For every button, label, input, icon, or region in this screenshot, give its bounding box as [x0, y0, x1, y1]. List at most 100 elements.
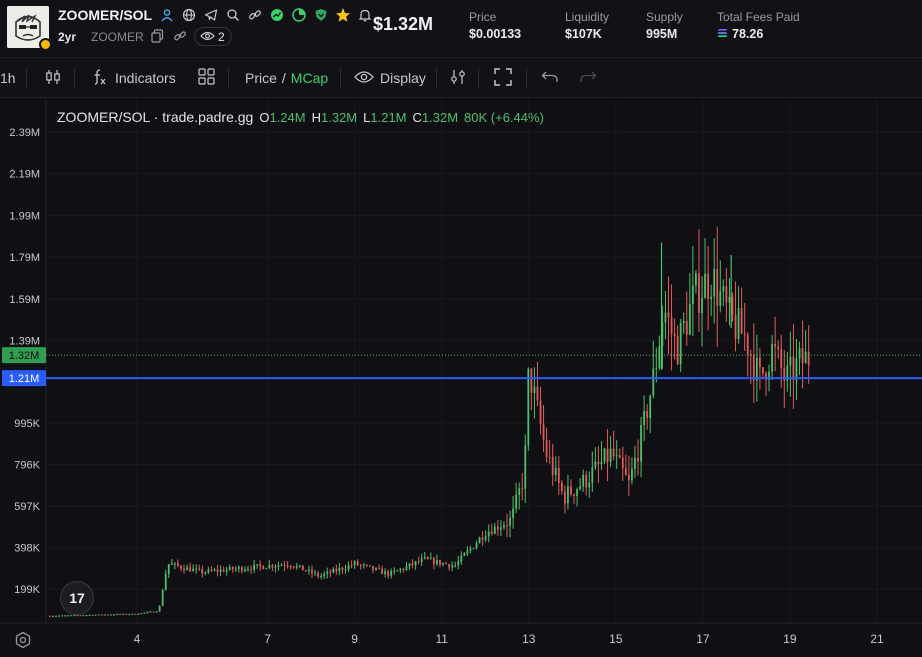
candle-body	[795, 358, 798, 380]
candle-body	[695, 273, 697, 286]
candle-body	[64, 615, 67, 617]
indicators-button[interactable]: Indicators	[91, 58, 176, 98]
legend-open: O1.24M	[259, 110, 305, 125]
candle-body	[271, 565, 274, 568]
undo-button[interactable]	[541, 58, 559, 98]
candle-body	[698, 273, 700, 313]
interval-button[interactable]: 1h	[0, 58, 16, 98]
candle-body	[55, 615, 57, 617]
candle-body	[624, 468, 627, 475]
candle-body	[457, 561, 460, 566]
legend-key: H	[311, 110, 321, 125]
candle-body	[216, 569, 219, 572]
y-tick-label: 1.39M	[9, 336, 40, 348]
price-mcap-toggle[interactable]: Price / MCap	[245, 58, 328, 98]
star-icon[interactable]	[333, 6, 352, 24]
price-chart[interactable]: 2.39M 2.19M 1.99M 1.79M 1.59M 1.39M 995K 796K 59…	[0, 99, 922, 657]
candle-body	[426, 557, 429, 559]
user-icon[interactable]	[157, 6, 176, 24]
legend-value: 1.32M	[321, 110, 358, 125]
candle-body	[381, 568, 383, 574]
candle-body	[283, 565, 286, 567]
candle-body	[548, 457, 551, 459]
candle-body	[439, 559, 441, 565]
pie-icon[interactable]	[289, 6, 308, 24]
solana-icon	[717, 27, 728, 41]
candle-body	[728, 296, 731, 303]
candle-body	[466, 550, 469, 554]
globe-icon[interactable]	[179, 6, 198, 24]
candle-body	[673, 333, 676, 336]
chain-badge-icon	[39, 38, 52, 51]
candle-body	[621, 457, 624, 469]
candle-body	[250, 569, 252, 571]
candle-body	[67, 615, 70, 617]
chart-icon[interactable]	[267, 6, 286, 24]
candle-type-button[interactable]	[44, 58, 62, 98]
candle-body	[295, 565, 298, 568]
candle-body	[52, 616, 54, 618]
token-header: ZOOMER/SOL 2yr ZOOMER 2 $1.32M Price $0.…	[0, 0, 922, 58]
candle-body	[518, 488, 521, 495]
candle-body	[414, 561, 417, 566]
candle-body	[259, 564, 262, 566]
candle-body	[536, 386, 539, 401]
candle-body	[460, 555, 463, 562]
candle-body	[359, 565, 362, 567]
candle-body	[79, 615, 82, 617]
candle-body	[289, 566, 292, 568]
candle-body	[454, 565, 457, 567]
candle-body	[594, 461, 597, 468]
display-button[interactable]: Display	[354, 58, 426, 98]
candle-body	[58, 615, 60, 617]
chart-settings-icon[interactable]	[14, 631, 32, 654]
x-tick-label: 7	[264, 632, 271, 646]
copy-icon[interactable]	[151, 29, 164, 48]
legend-title: ZOOMER/SOL · trade.padre.gg	[57, 109, 254, 125]
x-tick-label: 17	[696, 632, 710, 646]
candle-body	[679, 323, 682, 365]
redo-button[interactable]	[579, 58, 597, 98]
settings-sliders-button[interactable]	[449, 58, 467, 98]
price-option[interactable]: Price	[245, 70, 277, 86]
candle-body	[606, 448, 609, 462]
candles-icon	[44, 68, 62, 89]
fullscreen-button[interactable]	[494, 58, 512, 98]
candle-body	[94, 614, 97, 616]
watchers-badge[interactable]: 2	[194, 27, 232, 46]
candle-body	[186, 567, 188, 571]
candle-body	[771, 343, 773, 372]
stat-value: 78.26	[732, 27, 764, 41]
shield-icon[interactable]	[311, 6, 330, 24]
candle-body	[73, 615, 76, 617]
candle-body	[530, 368, 533, 393]
eye-icon	[200, 30, 215, 44]
tradingview-logo[interactable]: 17	[60, 581, 94, 615]
candle-body	[70, 615, 73, 617]
x-tick-label: 21	[870, 632, 884, 646]
candle-body	[253, 564, 255, 570]
search-icon[interactable]	[223, 6, 242, 24]
layouts-button[interactable]	[198, 58, 215, 98]
chart-canvas[interactable]: 2.39M 2.19M 1.99M 1.79M 1.59M 1.39M 995K 796K 59…	[0, 99, 922, 657]
bell-icon[interactable]	[355, 6, 374, 24]
y-tick-label: 199K	[14, 584, 40, 596]
candle-body	[372, 565, 374, 570]
toggle-slash: /	[281, 70, 286, 86]
legend-value: 1.21M	[370, 110, 407, 125]
candle-body	[350, 565, 353, 567]
stat-value: $107K	[565, 27, 602, 41]
telegram-icon[interactable]	[201, 6, 220, 24]
mcap-option[interactable]: MCap	[291, 70, 328, 86]
candle-body	[600, 461, 603, 464]
share-link-icon[interactable]	[173, 29, 187, 48]
candle-body	[801, 348, 804, 364]
candle-body	[582, 474, 585, 487]
candle-body	[664, 312, 667, 323]
candle-body	[384, 571, 387, 574]
candle-body	[512, 508, 514, 518]
candle-body	[106, 614, 109, 616]
candle-body	[231, 567, 234, 570]
candle-body	[393, 570, 396, 572]
link-icon[interactable]	[245, 6, 264, 24]
